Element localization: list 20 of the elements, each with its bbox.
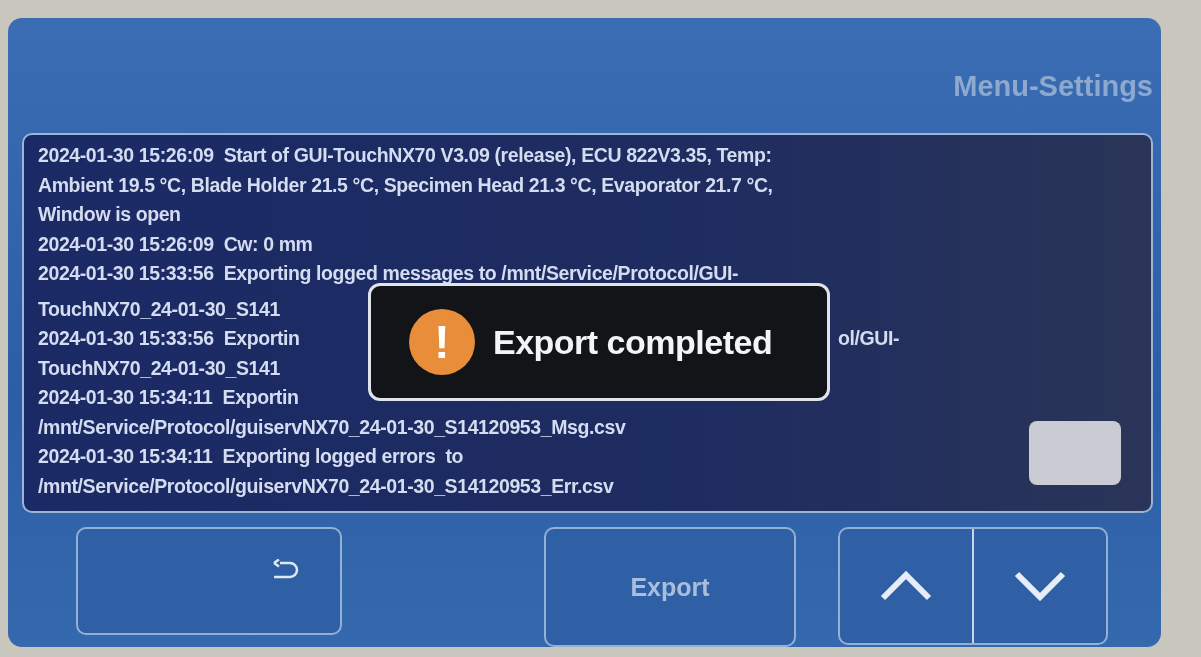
log-line: TouchNX70_24-01-30_S141 [38, 297, 280, 320]
warning-icon: ! [409, 309, 475, 375]
log-line: 2024-01-30 15:33:56 Exporting logged messages to /mnt/Service/Protocol/GUI- [38, 262, 738, 284]
log-line: ol/GUI- [838, 326, 901, 351]
log-line: 2024-01-30 15:26:09 Cw: 0 mm [38, 232, 313, 255]
log-line: Window is open [38, 203, 181, 225]
log-line: 2024-01-30 15:33:56 Exportin [38, 326, 301, 351]
log-line: /mnt/Service/Protocol/guiservNX70_24-01-30_S14120953_Msg.csv [38, 415, 626, 438]
log-line: Ambient 19.5 °C, Blade Holder 21.5 °C, Specimen Head 21.3 °C, Evaporator 21.7 °C, [38, 173, 773, 196]
log-line: /mnt/Service/Protocol/guiservNX70_24-01-30_S14120953_Err.csv [38, 474, 614, 497]
log-line: TouchNX70_24-01-30_S141 [38, 356, 280, 379]
dialog-message: Export completed [493, 322, 773, 362]
export-button[interactable]: Export [544, 527, 796, 647]
down-chevron-icon [1014, 571, 1066, 601]
log-line: 2024-01-30 15:34:11 Exportin [38, 386, 299, 408]
log-line: 2024-01-30 15:26:09 Start of GUI-TouchNX70 V3.09 (release), ECU 822V3.35, Temp: [38, 144, 772, 166]
log-line: 2024-01-30 15:34:11 Exporting logged errors to [38, 445, 464, 467]
back-button[interactable] [76, 527, 342, 635]
screen-title: Menu-Settings [953, 70, 1153, 103]
up-chevron-icon [880, 571, 932, 601]
